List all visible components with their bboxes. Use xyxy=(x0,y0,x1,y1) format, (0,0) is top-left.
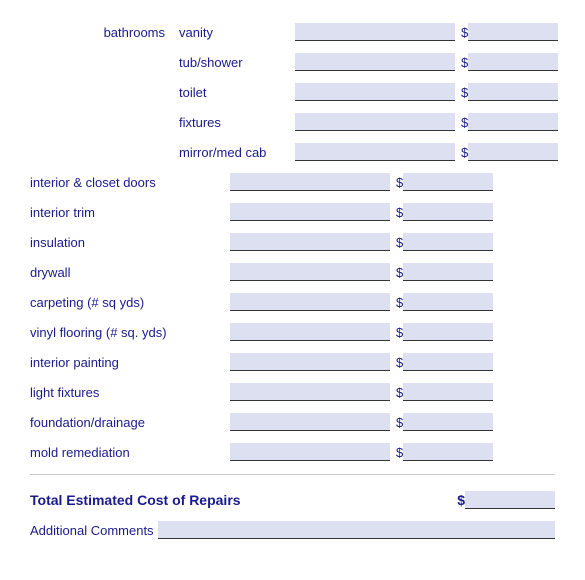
input-vanity[interactable] xyxy=(295,23,455,41)
row-interior-painting: interior painting $ xyxy=(30,350,555,374)
input-interior-painting[interactable] xyxy=(230,353,390,371)
additional-section: Additional Comments xyxy=(30,521,555,539)
additional-input[interactable] xyxy=(158,521,555,539)
input-toilet[interactable] xyxy=(295,83,455,101)
amount-toilet[interactable] xyxy=(468,83,558,101)
label-interior-trim: interior trim xyxy=(30,205,230,220)
amount-vanity[interactable] xyxy=(468,23,558,41)
label-vinyl: vinyl flooring (# sq. yds) xyxy=(30,325,230,340)
label-insulation: insulation xyxy=(30,235,230,250)
dollar-interior-doors: $ xyxy=(396,175,403,190)
divider xyxy=(30,474,555,475)
label-carpeting: carpeting (# sq yds) xyxy=(30,295,230,310)
input-fixtures[interactable] xyxy=(295,113,455,131)
input-tub[interactable] xyxy=(295,53,455,71)
input-drywall[interactable] xyxy=(230,263,390,281)
label-tub: tub/shower xyxy=(175,55,295,70)
dollar-interior-trim: $ xyxy=(396,205,403,220)
total-section: Total Estimated Cost of Repairs $ xyxy=(30,491,555,509)
row-carpeting: carpeting (# sq yds) $ xyxy=(30,290,555,314)
amount-vinyl[interactable] xyxy=(403,323,493,341)
input-insulation[interactable] xyxy=(230,233,390,251)
input-mirror[interactable] xyxy=(295,143,455,161)
total-label: Total Estimated Cost of Repairs xyxy=(30,492,451,508)
dollar-vanity: $ xyxy=(461,25,468,40)
label-drywall: drywall xyxy=(30,265,230,280)
label-light-fixtures: light fixtures xyxy=(30,385,230,400)
amount-foundation[interactable] xyxy=(403,413,493,431)
amount-light-fixtures[interactable] xyxy=(403,383,493,401)
label-foundation: foundation/drainage xyxy=(30,415,230,430)
amount-carpeting[interactable] xyxy=(403,293,493,311)
input-interior-trim[interactable] xyxy=(230,203,390,221)
label-mirror: mirror/med cab xyxy=(175,145,295,160)
row-vanity: bathrooms vanity $ xyxy=(30,20,555,44)
row-tub: tub/shower $ xyxy=(30,50,555,74)
dollar-mirror: $ xyxy=(461,145,468,160)
dollar-fixtures: $ xyxy=(461,115,468,130)
dollar-toilet: $ xyxy=(461,85,468,100)
label-toilet: toilet xyxy=(175,85,295,100)
row-drywall: drywall $ xyxy=(30,260,555,284)
dollar-vinyl: $ xyxy=(396,325,403,340)
amount-interior-painting[interactable] xyxy=(403,353,493,371)
amount-tub[interactable] xyxy=(468,53,558,71)
amount-mirror[interactable] xyxy=(468,143,558,161)
input-foundation[interactable] xyxy=(230,413,390,431)
dollar-mold: $ xyxy=(396,445,403,460)
additional-label: Additional Comments xyxy=(30,523,154,538)
dollar-tub: $ xyxy=(461,55,468,70)
row-mold: mold remediation $ xyxy=(30,440,555,464)
amount-mold[interactable] xyxy=(403,443,493,461)
label-fixtures: fixtures xyxy=(175,115,295,130)
form-container: bathrooms vanity $ tub/shower $ toilet $… xyxy=(30,20,555,539)
amount-interior-doors[interactable] xyxy=(403,173,493,191)
dollar-interior-painting: $ xyxy=(396,355,403,370)
row-toilet: toilet $ xyxy=(30,80,555,104)
dollar-light-fixtures: $ xyxy=(396,385,403,400)
row-insulation: insulation $ xyxy=(30,230,555,254)
row-interior-doors: interior & closet doors $ xyxy=(30,170,555,194)
row-vinyl: vinyl flooring (# sq. yds) $ xyxy=(30,320,555,344)
row-foundation: foundation/drainage $ xyxy=(30,410,555,434)
amount-fixtures[interactable] xyxy=(468,113,558,131)
dollar-foundation: $ xyxy=(396,415,403,430)
total-input[interactable] xyxy=(465,491,555,509)
label-vanity: vanity xyxy=(175,25,295,40)
input-interior-doors[interactable] xyxy=(230,173,390,191)
total-dollar-sign: $ xyxy=(457,492,465,508)
input-carpeting[interactable] xyxy=(230,293,390,311)
dollar-carpeting: $ xyxy=(396,295,403,310)
amount-insulation[interactable] xyxy=(403,233,493,251)
row-interior-trim: interior trim $ xyxy=(30,200,555,224)
label-mold: mold remediation xyxy=(30,445,230,460)
input-light-fixtures[interactable] xyxy=(230,383,390,401)
dollar-drywall: $ xyxy=(396,265,403,280)
row-light-fixtures: light fixtures $ xyxy=(30,380,555,404)
amount-drywall[interactable] xyxy=(403,263,493,281)
input-vinyl[interactable] xyxy=(230,323,390,341)
label-interior-painting: interior painting xyxy=(30,355,230,370)
row-fixtures: fixtures $ xyxy=(30,110,555,134)
label-interior-doors: interior & closet doors xyxy=(30,175,230,190)
dollar-insulation: $ xyxy=(396,235,403,250)
row-mirror: mirror/med cab $ xyxy=(30,140,555,164)
input-mold[interactable] xyxy=(230,443,390,461)
amount-interior-trim[interactable] xyxy=(403,203,493,221)
label-bathrooms: bathrooms xyxy=(30,25,175,40)
